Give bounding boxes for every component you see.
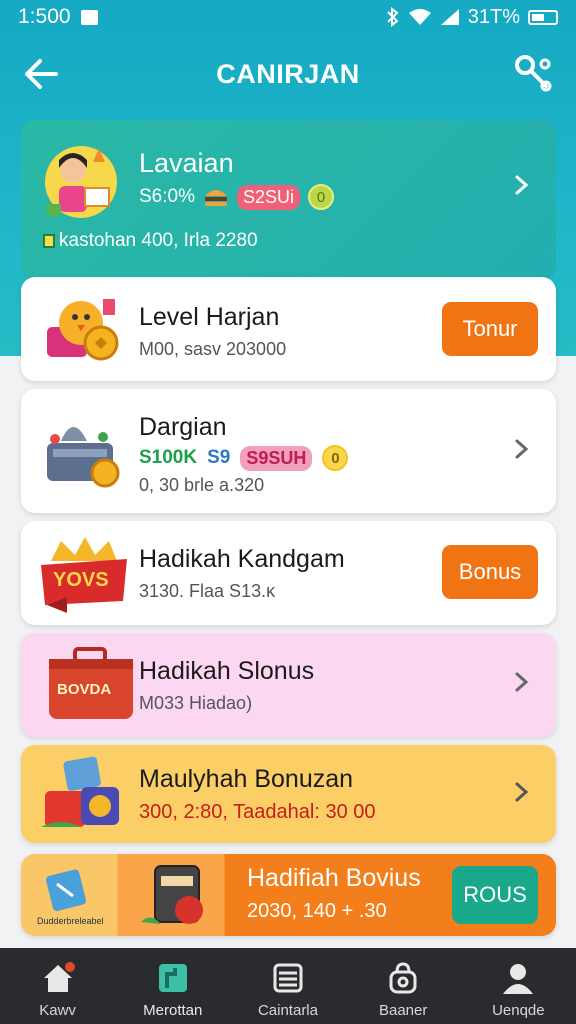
card-subtitle: 2030, 140 + .30	[247, 900, 387, 922]
stat-percent: S6:0%	[139, 186, 195, 207]
chick-trophy-illustration	[47, 299, 119, 361]
signal-icon	[440, 9, 459, 25]
stat-green: S100K	[139, 447, 198, 468]
status-badge: S9SUH	[240, 445, 313, 471]
crown-badge-illustration: YOVS	[37, 535, 131, 615]
back-arrow-icon[interactable]	[22, 52, 62, 96]
status-badge: S2SUi	[236, 184, 301, 210]
tab-label: Baaner	[378, 1002, 428, 1019]
gift-tin-illustration	[141, 865, 203, 924]
list-item-hadikah-kandgam[interactable]: YOVS Hadikah Kandgam 3130. Flaa S13.ĸ Bo…	[21, 521, 556, 625]
list-item-maulyhah-bonuzan[interactable]: Maulyhah Bonuzan 300, 2:80, Taadahal: 30…	[21, 745, 556, 843]
tab-merottan[interactable]: Merottan	[115, 948, 230, 1024]
card-title: Hadikah Slonus	[139, 657, 315, 685]
card-stats: S100K S9 S9SUH 0	[139, 445, 349, 471]
notification-icon	[80, 9, 98, 25]
user-avatar-illustration	[45, 146, 117, 218]
battery-percent: 31T%	[467, 5, 520, 28]
card-title: Lavaian	[139, 148, 234, 178]
status-bar: 1:500 31T%	[0, 0, 576, 34]
bonus-button[interactable]: Bonus	[442, 545, 538, 599]
claim-button[interactable]: ROUS	[452, 866, 538, 924]
bluetooth-icon	[387, 7, 399, 27]
page-title: CANIRJAN	[216, 58, 360, 89]
bag-icon	[389, 962, 417, 994]
footer-text: kastohan 400, Irla 2280	[59, 230, 258, 251]
card-title: Maulyhah Bonuzan	[139, 765, 354, 793]
card-title: Dargian	[139, 413, 227, 441]
user-icon	[503, 964, 534, 994]
mini-caption: Dudderbreleabel	[37, 916, 104, 926]
tab-label: Uenqde	[492, 1002, 545, 1019]
list-item-level-harjan[interactable]: Level Harjan M00, sasv 203000 Tonur	[21, 277, 556, 381]
card-subtitle: 0, 30 brle a.320	[139, 475, 265, 495]
chevron-right-icon	[515, 672, 529, 692]
badge-text: BOVDA	[57, 681, 112, 698]
tab-label: Kawv	[39, 1002, 76, 1019]
tab-label: Merottan	[143, 1002, 203, 1019]
ticket-icon	[46, 869, 87, 911]
wifi-icon	[408, 9, 431, 25]
card-subtitle: 300, 2:80, Taadahal: 30 00	[139, 801, 376, 823]
tab-home[interactable]: Kawv	[0, 948, 115, 1024]
card-title: Hadikah Kandgam	[139, 545, 345, 573]
gift-basket-illustration	[47, 427, 120, 488]
stat-blue: S9	[207, 447, 231, 468]
tab-caintarla[interactable]: Caintarla	[230, 948, 345, 1024]
card-title: Level Harjan	[139, 303, 280, 331]
chevron-right-icon	[515, 439, 529, 459]
card-footer: kastohan 400, Irla 2280	[43, 230, 258, 252]
home-icon	[43, 962, 75, 992]
tab-profile[interactable]: Uenqde	[461, 948, 576, 1024]
battery-icon	[528, 9, 558, 25]
store-icon	[158, 964, 187, 992]
bottom-tab-bar: Kawv Merottan Caintarla Baaner Uenqde	[0, 948, 576, 1024]
list-item-hadikah-slonus[interactable]: BOVDA Hadikah Slonus M033 Hiadao)	[21, 633, 556, 737]
bonus-button[interactable]: Tonur	[442, 302, 538, 356]
card-subtitle: 3130. Flaa S13.ĸ	[139, 581, 276, 601]
tag-icon	[43, 234, 55, 248]
featured-card[interactable]: Lavaian S6:0% S2SUi 0 kastohan 400, Irla…	[21, 120, 556, 280]
tab-label: Caintarla	[257, 1002, 318, 1019]
burger-icon	[204, 190, 227, 206]
list-icon	[273, 963, 303, 993]
coin-icon: 0	[322, 445, 349, 471]
coin-icon: 0	[308, 184, 335, 210]
search-icon[interactable]	[512, 52, 556, 96]
tab-baaner[interactable]: Baaner	[346, 948, 461, 1024]
card-subtitle: M033 Hiadao)	[139, 693, 253, 713]
chevron-right-icon	[515, 782, 529, 802]
card-subtitle: M00, sasv 203000	[139, 339, 287, 359]
chevron-right-icon	[515, 175, 529, 195]
app-header: CANIRJAN	[0, 44, 576, 104]
status-time: 1:500	[18, 5, 71, 28]
list-item-hadifiah-bovius[interactable]: Dudderbreleabel Hadifiah Bovius 2030, 14…	[21, 854, 556, 936]
card-stats: S6:0% S2SUi 0	[139, 184, 335, 210]
badge-text: YOVS	[53, 569, 109, 591]
card-title: Hadifiah Bovius	[247, 864, 421, 892]
list-item-dargian[interactable]: Dargian S100K S9 S9SUH 0 0, 30 brle a.32…	[21, 389, 556, 513]
camera-gifts-illustration	[41, 756, 119, 827]
toolbox-illustration: BOVDA	[47, 647, 137, 723]
